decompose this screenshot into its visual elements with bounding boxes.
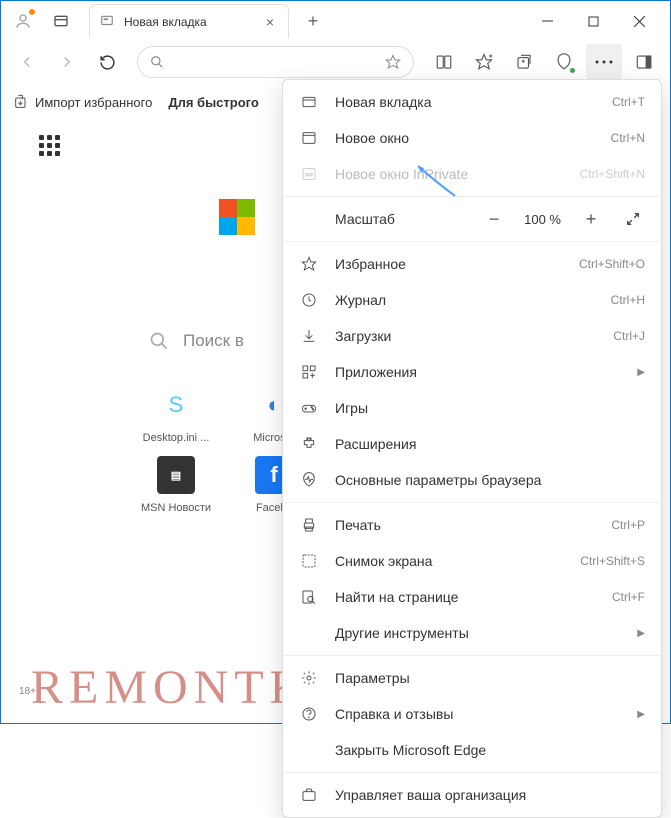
menu-new-window[interactable]: Новое окно Ctrl+N	[283, 120, 661, 156]
address-bar[interactable]	[137, 46, 414, 78]
heartbeat-icon	[299, 470, 319, 490]
apps-launcher-button[interactable]	[39, 135, 60, 156]
new-tab-icon	[299, 92, 319, 112]
menu-essentials[interactable]: Основные параметры браузера	[283, 462, 661, 498]
maximize-button[interactable]	[570, 5, 616, 37]
refresh-button[interactable]	[89, 44, 125, 80]
search-box[interactable]: Поиск в	[149, 331, 244, 351]
extensions-icon	[299, 434, 319, 454]
chevron-right-icon: ▶	[637, 709, 645, 720]
tile-label: MSN Новости	[141, 502, 211, 514]
split-screen-button[interactable]	[426, 44, 462, 80]
menu-apps[interactable]: Приложения ▶	[283, 354, 661, 390]
briefcase-icon	[299, 785, 319, 805]
favorite-star-icon[interactable]	[385, 54, 401, 70]
tab-close-button[interactable]: ×	[262, 14, 278, 30]
search-placeholder: Поиск в	[183, 331, 244, 351]
menu-history[interactable]: Журнал Ctrl+H	[283, 282, 661, 318]
gear-icon	[299, 668, 319, 688]
games-icon	[299, 398, 319, 418]
menu-settings[interactable]: Параметры	[283, 660, 661, 696]
new-tab-button[interactable]: +	[297, 5, 329, 37]
import-favorites-button[interactable]: Импорт избранного	[13, 94, 152, 110]
help-icon	[299, 704, 319, 724]
find-icon	[299, 587, 319, 607]
titlebar: Новая вкладка × +	[1, 1, 670, 41]
tile-icon: ▤	[157, 456, 195, 494]
import-favorites-label: Импорт избранного	[35, 95, 152, 110]
back-button[interactable]	[9, 44, 45, 80]
forward-button[interactable]	[49, 44, 85, 80]
menu-help[interactable]: Справка и отзывы ▶	[283, 696, 661, 732]
zoom-in-button[interactable]: +	[579, 207, 603, 231]
tab-actions-button[interactable]	[45, 5, 77, 37]
tab-title: Новая вкладка	[124, 15, 262, 29]
zoom-value: 100 %	[524, 212, 561, 227]
collections-button[interactable]	[506, 44, 542, 80]
menu-screenshot[interactable]: Снимок экрана Ctrl+Shift+S	[283, 543, 661, 579]
menu-extensions[interactable]: Расширения	[283, 426, 661, 462]
download-icon	[299, 326, 319, 346]
menu-print[interactable]: Печать Ctrl+P	[283, 507, 661, 543]
search-icon	[149, 331, 169, 351]
screenshot-icon	[299, 551, 319, 571]
window-controls	[524, 5, 662, 37]
close-window-button[interactable]	[616, 5, 662, 37]
quick-access-label: Для быстрого	[168, 95, 259, 110]
search-icon	[150, 55, 164, 69]
print-icon	[299, 515, 319, 535]
tile-desktop[interactable]: Ѕ Desktop.ini ...	[131, 386, 221, 444]
menu-favorites[interactable]: Избранное Ctrl+Shift+O	[283, 246, 661, 282]
tab-favicon-icon	[100, 14, 116, 30]
settings-menu: Новая вкладка Ctrl+T Новое окно Ctrl+N Н…	[282, 79, 662, 818]
browser-essentials-button[interactable]	[546, 44, 582, 80]
microsoft-logo	[219, 199, 255, 235]
star-icon	[299, 254, 319, 274]
fullscreen-button[interactable]	[621, 207, 645, 231]
chevron-right-icon: ▶	[637, 367, 645, 378]
apps-icon	[299, 362, 319, 382]
zoom-out-button[interactable]: −	[482, 207, 506, 231]
menu-games[interactable]: Игры	[283, 390, 661, 426]
minimize-button[interactable]	[524, 5, 570, 37]
menu-inprivate: Новое окно InPrivate Ctrl+Shift+N	[283, 156, 661, 192]
favorites-button[interactable]	[466, 44, 502, 80]
toolbar	[1, 41, 670, 83]
more-menu-button[interactable]	[586, 44, 622, 80]
menu-new-tab[interactable]: Новая вкладка Ctrl+T	[283, 84, 661, 120]
history-icon	[299, 290, 319, 310]
menu-more-tools[interactable]: Другие инструменты ▶	[283, 615, 661, 651]
menu-zoom: Масштаб − 100 % +	[283, 201, 661, 237]
sidebar-button[interactable]	[626, 44, 662, 80]
browser-tab[interactable]: Новая вкладка ×	[89, 4, 289, 38]
chevron-right-icon: ▶	[637, 628, 645, 639]
profile-button[interactable]	[9, 7, 37, 35]
new-window-icon	[299, 128, 319, 148]
menu-managed[interactable]: Управляет ваша организация	[283, 777, 661, 813]
menu-find[interactable]: Найти на странице Ctrl+F	[283, 579, 661, 615]
tile-label: Desktop.ini ...	[143, 432, 210, 444]
inprivate-icon	[299, 164, 319, 184]
menu-close-edge[interactable]: Закрыть Microsoft Edge	[283, 732, 661, 768]
tile-icon: Ѕ	[157, 386, 195, 424]
tile-msn[interactable]: ▤ MSN Новости	[131, 456, 221, 514]
age-rating: 18+	[19, 686, 36, 697]
menu-downloads[interactable]: Загрузки Ctrl+J	[283, 318, 661, 354]
